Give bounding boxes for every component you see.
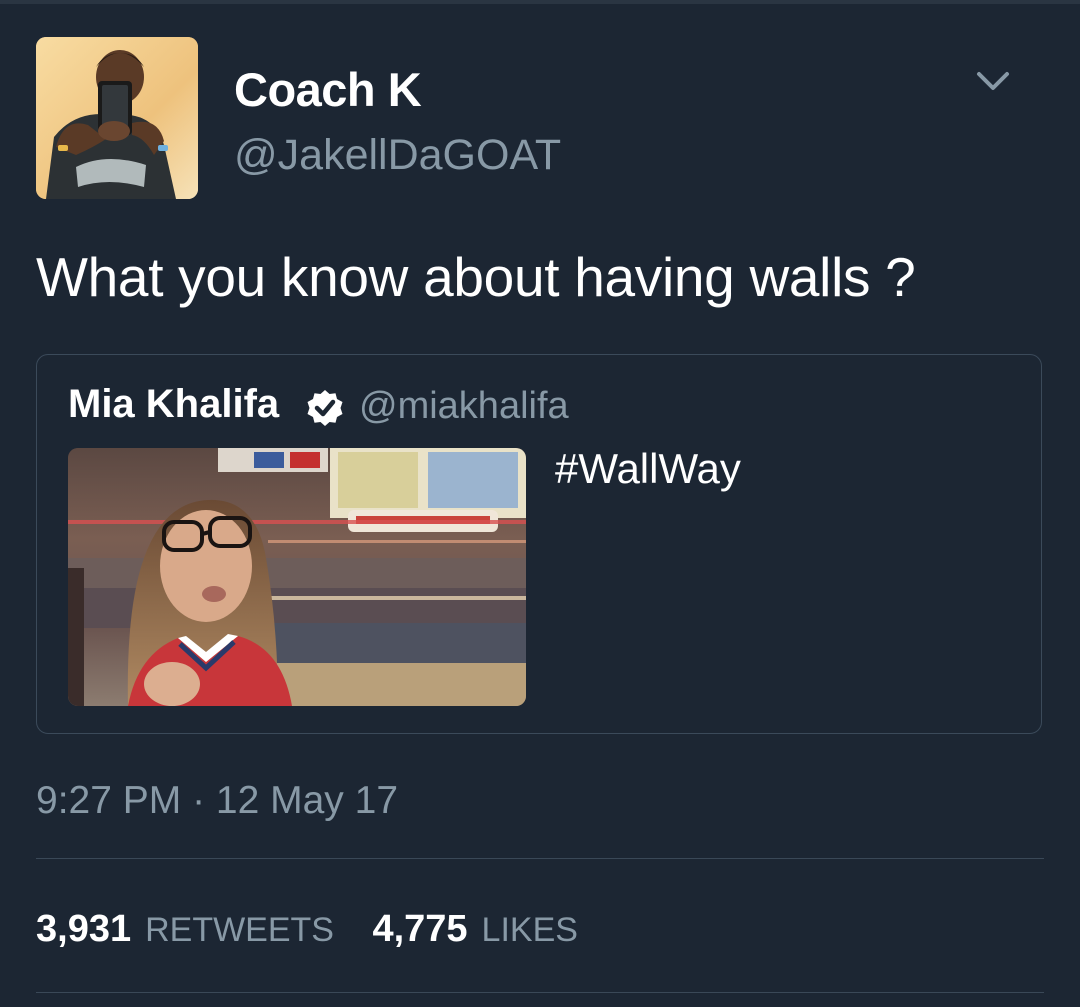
retweets-count: 3,931 xyxy=(36,908,132,950)
verified-badge-icon xyxy=(305,388,345,428)
likes-count: 4,775 xyxy=(372,908,468,950)
tweet-stats: 3,931 RETWEETS 4,775 LIKES xyxy=(36,908,612,951)
tweet-text: What you know about having walls ? xyxy=(36,246,916,308)
quoted-tweet-card[interactable]: Mia Khalifa @miakhalifa #WallWay xyxy=(36,354,1042,734)
avatar-photo xyxy=(36,37,198,199)
author-avatar[interactable] xyxy=(36,37,198,199)
chevron-down-icon[interactable] xyxy=(973,66,1013,96)
likes-label: LIKES xyxy=(481,911,578,949)
top-edge xyxy=(0,0,1080,4)
quoted-tweet-text[interactable]: #WallWay xyxy=(555,445,741,493)
retweets-stat[interactable]: 3,931 RETWEETS xyxy=(36,908,334,951)
quoted-attached-photo[interactable] xyxy=(68,448,526,706)
likes-stat[interactable]: 4,775 LIKES xyxy=(372,908,577,951)
retweets-label: RETWEETS xyxy=(145,911,334,949)
author-handle[interactable]: @JakellDaGOAT xyxy=(234,131,561,180)
author-display-name[interactable]: Coach K xyxy=(234,62,422,117)
quoted-display-name: Mia Khalifa xyxy=(68,382,280,426)
tweet-timestamp[interactable]: 9:27 PM · 12 May 17 xyxy=(36,779,398,823)
divider-bottom xyxy=(36,992,1044,993)
quoted-handle: @miakhalifa xyxy=(359,385,569,427)
divider-top xyxy=(36,858,1044,859)
